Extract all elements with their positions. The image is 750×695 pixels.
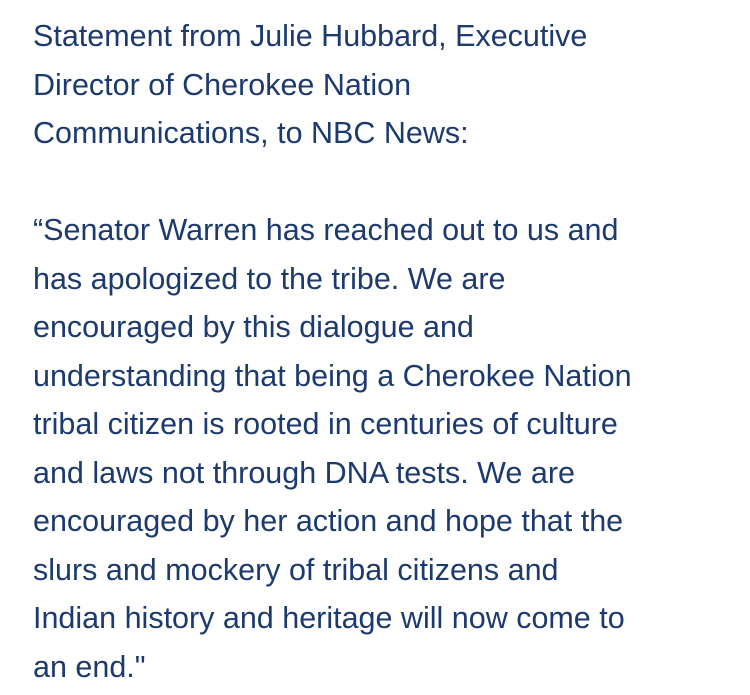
quote-line: understanding that being a Cherokee Nati…	[33, 358, 632, 393]
statement-header-line: Director of Cherokee Nation	[33, 67, 412, 102]
statement-header-line: Communications, to NBC News:	[33, 116, 469, 150]
quote-line: encouraged by this dialogue and	[33, 310, 474, 344]
quote-line: and laws not through DNA tests. We are	[33, 455, 575, 490]
quote-line: slurs and mockery of tribal citizens and	[33, 552, 559, 587]
statement-text: Statement from Julie Hubbard, Executive …	[33, 12, 733, 691]
quote-line: has apologized to the tribe. We are	[33, 261, 506, 296]
quote-line: encouraged by her action and hope that t…	[33, 504, 624, 538]
document-page: Statement from Julie Hubbard, Executive …	[0, 0, 750, 695]
quote-line: Indian history and heritage will now com…	[33, 601, 625, 635]
paragraph-break	[33, 158, 733, 207]
quote-line: tribal citizen is rooted in centuries of…	[33, 407, 618, 441]
quote-line: an end."	[33, 649, 146, 684]
statement-header-line: Statement from Julie Hubbard, Executive	[33, 19, 588, 53]
quote-line: “Senator Warren has reached out to us an…	[33, 213, 619, 247]
